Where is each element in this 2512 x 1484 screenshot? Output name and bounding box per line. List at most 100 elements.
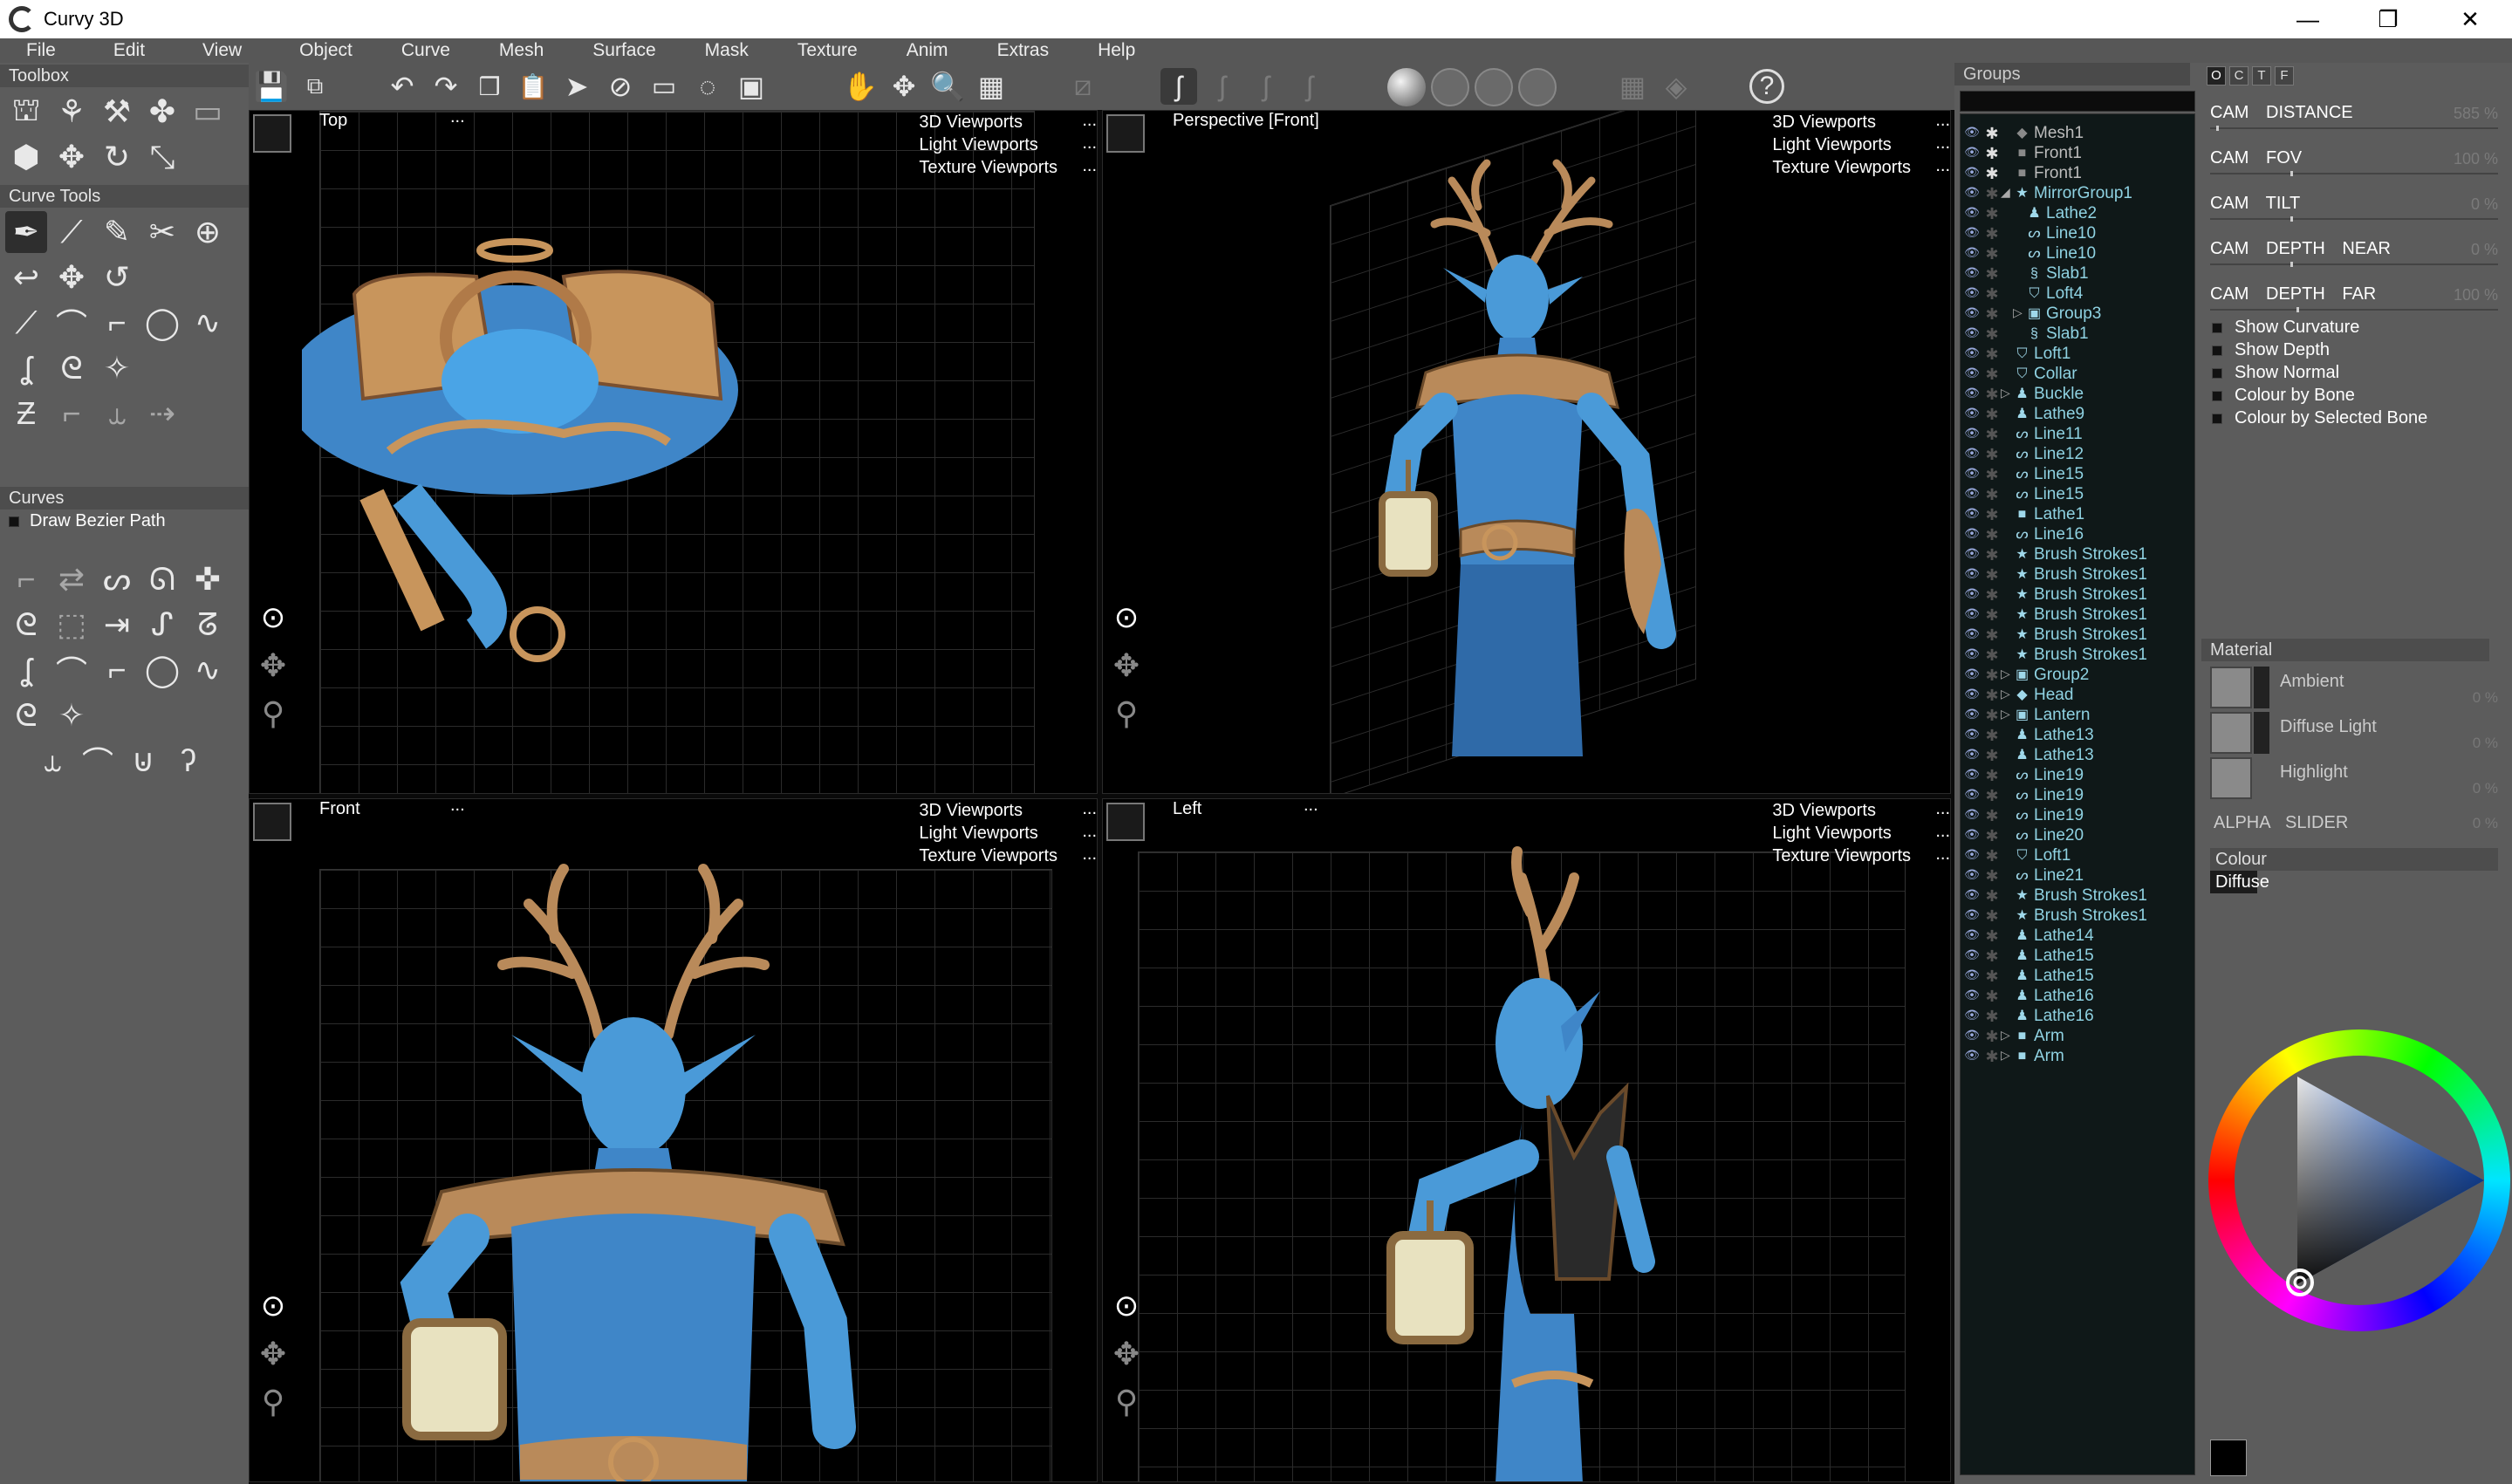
menu-texture-viewports[interactable]: Texture Viewports (1772, 156, 1911, 179)
group-row[interactable]: 👁 ✱ ▷ ▣ Lantern (1961, 705, 2194, 725)
group-row[interactable]: 👁 ✱ ♟ Lathe15 (1961, 946, 2194, 966)
visibility-eye-icon[interactable]: 👁 (1962, 707, 1982, 722)
more-light[interactable]: ... (1082, 822, 1097, 842)
visibility-eye-icon[interactable]: 👁 (1962, 426, 1982, 441)
group-row[interactable]: 👁 ✱ ◢ ★ MirrorGroup1 (1961, 183, 2194, 203)
menu-edit[interactable]: Edit (72, 40, 161, 61)
menu-texture-viewports[interactable]: Texture Viewports (919, 156, 1058, 179)
highlight-row[interactable]: Highlight 0 % (2210, 757, 2498, 799)
lock-icon[interactable]: ✱ (1983, 446, 2001, 463)
undo-icon[interactable]: ↶ (384, 68, 421, 105)
viewport-front[interactable]: Front ... 3D Viewports Light Viewports T… (249, 798, 1098, 1482)
tab-f[interactable]: F (2275, 66, 2294, 85)
slider-knob[interactable] (2290, 171, 2294, 176)
group-row[interactable]: 👁 ✱ ★ Brush Strokes1 (1961, 645, 2194, 665)
matcap-sphere-icon[interactable] (1518, 68, 1557, 106)
lock-icon[interactable]: ✱ (1983, 707, 2001, 724)
sculpt-icon[interactable]: ⚘ (51, 91, 92, 133)
group-row[interactable]: 👁 ✱ ★ Brush Strokes1 (1961, 585, 2194, 605)
camera-slider[interactable]: CAM DISTANCE 585 % (2210, 98, 2498, 133)
lock-icon[interactable]: ✱ (1983, 466, 2001, 483)
visibility-eye-icon[interactable]: 👁 (1962, 285, 1982, 301)
lock-icon[interactable]: ✱ (1983, 646, 2001, 664)
more-texture[interactable]: ... (1935, 156, 1950, 176)
group-row[interactable]: 👁 ✱ ★ Brush Strokes1 (1961, 906, 2194, 926)
visibility-eye-icon[interactable]: 👁 (1962, 887, 1982, 903)
tab-c[interactable]: C (2229, 66, 2248, 85)
display-option-checkbox[interactable]: Show Curvature (2212, 318, 2359, 338)
group-row[interactable]: 👁 ✱ ♟ Lathe16 (1961, 1006, 2194, 1026)
menu-help[interactable]: Help (1064, 40, 1151, 61)
visibility-eye-icon[interactable]: 👁 (1962, 847, 1982, 863)
lock-icon[interactable]: ✱ (1983, 366, 2001, 383)
checkbox-box[interactable] (2212, 367, 2222, 379)
visibility-eye-icon[interactable]: 👁 (1962, 185, 1982, 201)
menu-light-viewports[interactable]: Light Viewports (1772, 133, 1911, 156)
group-row[interactable]: 👁 ✱ ᔕ Line10 (1961, 243, 2194, 263)
lock-icon[interactable]: ✱ (1983, 727, 2001, 744)
diffuse-tab[interactable]: Diffuse (2210, 871, 2269, 893)
tab-o[interactable]: O (2207, 66, 2226, 85)
rect-select-icon[interactable]: ▭ (646, 68, 682, 105)
group-row[interactable]: 👁 ✱ ♟ Lathe13 (1961, 745, 2194, 765)
expand-arrow-icon[interactable]: ▷ (2001, 707, 2010, 721)
group-row[interactable]: 👁 ✱ ᔕ Line10 (1961, 223, 2194, 243)
minimize-icon[interactable]: — (2269, 0, 2347, 38)
lock-icon[interactable]: ✱ (1983, 988, 2001, 1005)
alpha-slider[interactable]: ALPHA SLIDER 0 % (2214, 813, 2498, 833)
slider-track[interactable] (2210, 218, 2498, 220)
lock-icon[interactable]: ✱ (1983, 406, 2001, 423)
current-colour-swatch[interactable] (2210, 1440, 2247, 1476)
visibility-eye-icon[interactable]: 👁 (1962, 406, 1982, 421)
group-row[interactable]: 👁 ✱ ♟ Lathe16 (1961, 986, 2194, 1006)
scale-icon[interactable]: ⤡ (141, 136, 183, 178)
curve-preset-12-icon[interactable]: ⌒ (51, 649, 92, 691)
stamp-icon[interactable]: ▣ (733, 68, 770, 105)
wire-sphere-icon[interactable] (1431, 68, 1469, 106)
zigzag-icon[interactable]: Ƶ (5, 393, 47, 434)
paste-icon[interactable]: 📋 (515, 68, 551, 105)
visibility-eye-icon[interactable]: 👁 (1962, 988, 1982, 1003)
layout-quad-icon[interactable]: ◈ (1658, 68, 1694, 105)
group-row[interactable]: 👁 ✱ ■ Front1 (1961, 163, 2194, 183)
help-icon[interactable]: ? (1749, 69, 1784, 104)
group-row[interactable]: 👁 ✱ ᔕ Line21 (1961, 865, 2194, 886)
s-curve-icon[interactable]: ∿ (187, 302, 229, 344)
lock-icon[interactable]: ✱ (1983, 586, 2001, 604)
translate-icon[interactable]: ✥ (51, 136, 92, 178)
grid-toggle-icon[interactable]: ▦ (973, 68, 1010, 105)
curve-mode-2-icon[interactable]: ʃ (1204, 68, 1241, 105)
visibility-eye-icon[interactable]: 👁 (1962, 546, 1982, 562)
expand-arrow-icon[interactable]: ▷ (2001, 667, 2010, 681)
viewport-thumbnail[interactable] (1106, 803, 1145, 841)
curve-preset-11-icon[interactable]: ʆ (5, 649, 47, 691)
more-light[interactable]: ... (1935, 133, 1950, 154)
menu-3d-viewports[interactable]: 3D Viewports (919, 799, 1058, 822)
visibility-eye-icon[interactable]: 👁 (1962, 125, 1982, 140)
lock-icon[interactable]: ✱ (1983, 386, 2001, 403)
group-row[interactable]: 👁 ✱ ᔕ Line15 (1961, 464, 2194, 484)
circle-curve-icon[interactable]: ◯ (141, 302, 183, 344)
visibility-eye-icon[interactable]: 👁 (1962, 245, 1982, 261)
curve-preset-1-icon[interactable]: ⌐ (5, 558, 47, 600)
curve-preset-16-icon[interactable]: ᘓ (5, 694, 47, 736)
display-option-checkbox[interactable]: Colour by Selected Bone (2212, 408, 2427, 428)
orbit-icon[interactable]: ✥ (255, 1336, 291, 1372)
curve-mode-icon[interactable]: ʃ (1160, 68, 1197, 105)
more-light[interactable]: ... (1935, 822, 1950, 842)
more-3d[interactable]: ... (1935, 799, 1950, 819)
group-row[interactable]: 👁 ✱ ᔕ Line11 (1961, 424, 2194, 444)
lock-icon[interactable]: ✱ (1983, 847, 2001, 865)
more-3d[interactable]: ... (1935, 111, 1950, 131)
group-row[interactable]: 👁 ✱ ⛉ Loft4 (1961, 284, 2194, 304)
curve-preset-10-icon[interactable]: ᘔ (187, 604, 229, 646)
viewport-options-button[interactable]: ... (1304, 799, 1318, 816)
visibility-eye-icon[interactable]: 👁 (1962, 1048, 1982, 1063)
group-row[interactable]: 👁 ✱ ᔕ Line20 (1961, 825, 2194, 845)
groups-search-input[interactable] (1960, 91, 2195, 112)
menu-mask[interactable]: Mask (672, 40, 764, 61)
curve-mode-3-icon[interactable]: ʃ (1248, 68, 1284, 105)
checkbox-box[interactable] (2212, 322, 2222, 333)
lock-icon[interactable]: ✱ (1983, 606, 2001, 624)
visibility-eye-icon[interactable]: 👁 (1962, 506, 1982, 522)
